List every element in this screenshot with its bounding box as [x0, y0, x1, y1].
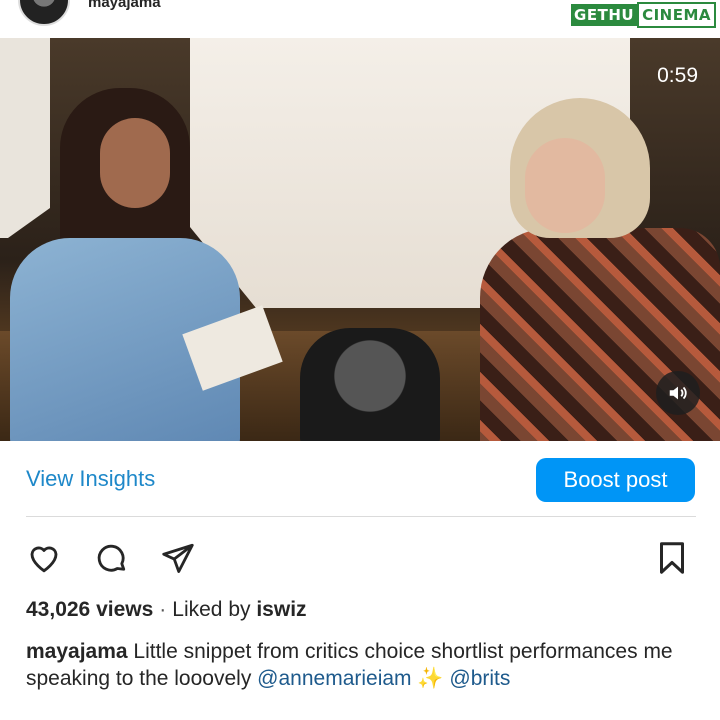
- boost-post-button[interactable]: Boost post: [536, 458, 695, 502]
- mute-button[interactable]: [656, 371, 700, 415]
- caption-username[interactable]: mayajama: [26, 640, 128, 663]
- action-bar: [0, 536, 720, 580]
- views-count[interactable]: 43,026 views: [26, 598, 153, 621]
- liked-by-user[interactable]: iswiz: [256, 598, 306, 621]
- studio-camera: [300, 328, 440, 441]
- comment-icon: [97, 544, 126, 572]
- like-button[interactable]: [24, 538, 64, 578]
- post-stats: 43,026 views · Liked by iswiz: [26, 598, 307, 622]
- share-icon: [162, 543, 194, 573]
- comment-button[interactable]: [91, 538, 131, 578]
- separator: ·: [159, 598, 167, 621]
- bookmark-icon: [660, 542, 684, 574]
- divider: [26, 516, 696, 517]
- person-left: [0, 88, 300, 441]
- share-button[interactable]: [158, 538, 198, 578]
- post-caption: mayajama Little snippet from critics cho…: [26, 638, 696, 692]
- view-insights-link[interactable]: View Insights: [26, 466, 155, 492]
- speaker-icon: [669, 386, 687, 400]
- watermark-logo: GETHU CINEMA: [571, 2, 716, 28]
- save-button[interactable]: [652, 538, 692, 578]
- post-header: mayajama GETHU CINEMA: [0, 0, 720, 36]
- watermark-left: GETHU: [571, 4, 638, 26]
- video-timer: 0:59: [657, 64, 698, 87]
- mention-link[interactable]: @annemarieiam: [257, 667, 411, 690]
- liked-by-label: Liked by: [172, 598, 251, 621]
- watermark-right: CINEMA: [637, 2, 716, 28]
- avatar[interactable]: [18, 0, 70, 26]
- sparkles-emoji: ✨: [417, 667, 444, 690]
- header-username[interactable]: mayajama: [88, 0, 161, 11]
- insights-row: View Insights Boost post: [0, 456, 720, 504]
- heart-icon: [30, 546, 58, 573]
- mention-link[interactable]: @brits: [449, 667, 510, 690]
- video-player[interactable]: 0:59: [0, 38, 720, 441]
